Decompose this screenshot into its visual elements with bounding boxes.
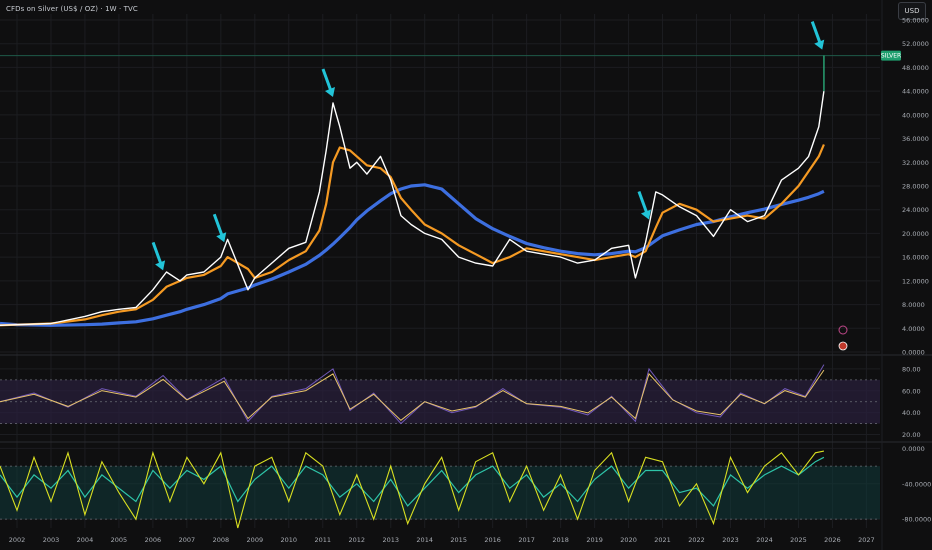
y-tick-label: 28.0000 xyxy=(902,183,929,191)
y-tick-label: 0.0000 xyxy=(902,349,925,357)
x-tick-label: 2016 xyxy=(484,536,501,544)
peak-arrow-icon xyxy=(321,68,335,97)
y-tick-label: 20.0000 xyxy=(902,230,929,238)
sma-fast-line xyxy=(0,144,825,327)
x-tick-label: 2011 xyxy=(315,536,332,544)
y-tick-label: 32.0000 xyxy=(902,159,929,167)
arrow-shaft xyxy=(810,21,822,45)
y-tick-label: 20.00 xyxy=(902,431,921,439)
x-tick-label: 2023 xyxy=(722,536,739,544)
y-tick-label: 56.0000 xyxy=(902,17,929,25)
y-tick-label: 52.0000 xyxy=(902,40,929,48)
y-tick-label: 24.0000 xyxy=(902,206,929,214)
chart-canvas[interactable]: 2002 2003 2004 2005 2006 2007 2008 2009 2010 2011… xyxy=(0,0,932,550)
y-tick-label: 8.0000 xyxy=(902,301,925,309)
y-tick-label: 44.0000 xyxy=(902,88,929,96)
x-tick-label: 2012 xyxy=(348,536,365,544)
y-tick-label: 36.0000 xyxy=(902,135,929,143)
y-tick-label: 60.00 xyxy=(902,387,921,395)
x-tick-label: 2006 xyxy=(145,536,162,544)
y-tick-label: 48.0000 xyxy=(902,64,929,72)
y-tick-label: 4.0000 xyxy=(902,325,925,333)
arrow-shaft xyxy=(151,241,163,265)
price-line xyxy=(0,91,825,326)
x-tick-label: 2003 xyxy=(43,536,60,544)
flag-icon xyxy=(838,341,848,351)
peak-arrow-icon xyxy=(810,21,825,50)
x-tick-label: 2013 xyxy=(382,536,399,544)
x-tick-label: 2019 xyxy=(586,536,603,544)
x-tick-label: 2010 xyxy=(281,536,298,544)
x-tick-label: 2002 xyxy=(9,536,26,544)
peak-arrow-icon xyxy=(212,213,227,243)
peak-arrow-icon xyxy=(151,241,166,271)
flash-icon xyxy=(838,325,848,335)
x-tick-label: 2025 xyxy=(790,536,807,544)
peak-arrow-icon xyxy=(637,191,651,220)
x-tick-label: 2009 xyxy=(247,536,264,544)
y-tick-label: 12.0000 xyxy=(902,277,929,285)
x-tick-label: 2020 xyxy=(620,536,637,544)
x-tick-label: 2007 xyxy=(179,536,196,544)
y-tick-label: 16.0000 xyxy=(902,254,929,262)
y-tick-label: 0.0000 xyxy=(902,445,925,453)
x-tick-label: 2021 xyxy=(654,536,671,544)
y-tick-label: 40.0000 xyxy=(902,111,929,119)
arrow-shaft xyxy=(321,68,333,92)
x-tick-label: 2017 xyxy=(518,536,535,544)
x-tick-label: 2005 xyxy=(111,536,128,544)
x-tick-label: 2022 xyxy=(688,536,705,544)
x-tick-label: 2026 xyxy=(824,536,841,544)
x-tick-label: 2004 xyxy=(77,536,94,544)
x-tick-label: 2024 xyxy=(756,536,773,544)
x-tick-label: 2008 xyxy=(213,536,230,544)
x-tick-label: 2014 xyxy=(416,536,433,544)
y-tick-label: 80.00 xyxy=(902,365,921,373)
y-tick-label: 40.00 xyxy=(902,409,921,417)
symbol-tag-label: SILVER xyxy=(881,53,901,60)
y-tick-label: -40.0000 xyxy=(902,480,931,488)
x-tick-label: 2027 xyxy=(858,536,875,544)
x-tick-label: 2015 xyxy=(450,536,467,544)
x-tick-label: 2018 xyxy=(552,536,569,544)
arrow-shaft xyxy=(637,191,649,215)
y-tick-label: -80.0000 xyxy=(902,516,931,524)
